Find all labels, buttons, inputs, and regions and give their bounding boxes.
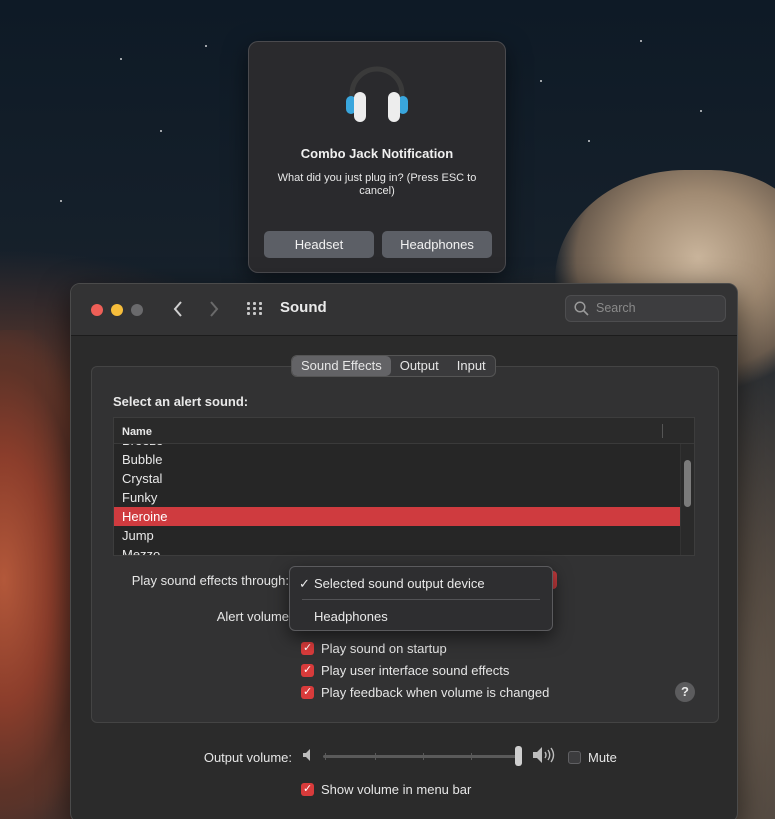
list-item[interactable]: Jump [114,526,680,545]
minimize-window-button[interactable] [111,304,123,316]
list-item[interactable]: Funky [114,488,680,507]
list-header[interactable]: Name [114,418,694,444]
menu-separator [302,599,540,600]
headset-button[interactable]: Headset [264,231,374,258]
checkbox-label: Play user interface sound effects [321,662,510,678]
checkbox-label: Play feedback when volume is changed [321,684,550,700]
back-button[interactable] [167,298,189,320]
window-title: Sound [280,299,327,316]
slider-tick [375,753,376,760]
checkbox-checked[interactable]: ✓ [301,663,314,677]
tab-bar: Sound Effects Output Input [291,355,496,377]
alert-sound-rows: Breeze Bubble Crystal Funky Heroine Jump… [114,431,680,555]
volume-feedback-checkbox[interactable]: ✓ Play feedback when volume is changed [301,683,549,701]
tab-sound-effects[interactable]: Sound Effects [292,356,391,376]
checkbox-label: Play sound on startup [321,640,447,656]
headphones-icon [346,66,408,122]
search-placeholder: Search [596,301,636,315]
sound-preferences-window: Sound Search Sound Effects Output Input … [70,283,738,819]
checkmark-icon: ✓ [299,576,310,591]
close-window-button[interactable] [91,304,103,316]
mute-label: Mute [588,749,617,765]
column-header-name[interactable]: Name [122,426,152,438]
play-through-label: Play sound effects through: [131,573,289,588]
slider-tick [471,753,472,760]
chevron-left-icon [173,301,182,317]
play-through-dropdown-menu: ✓ Selected sound output device Headphone… [289,566,553,631]
speaker-low-icon [303,749,310,761]
output-volume-slider-thumb[interactable] [515,746,522,766]
menu-item-selected-output-device[interactable]: Selected sound output device [314,576,485,591]
checkbox-checked[interactable]: ✓ [301,641,314,655]
show-volume-menu-bar-checkbox[interactable]: ✓ Show volume in menu bar [301,780,471,798]
slider-tick [423,753,424,760]
list-item[interactable]: Mezzo [114,545,680,555]
tab-output[interactable]: Output [391,356,448,376]
checkbox-checked[interactable]: ✓ [301,782,314,796]
alert-sound-label: Select an alert sound: [113,394,249,409]
speaker-high-icon [533,747,555,763]
search-field[interactable]: Search [565,295,726,322]
notification-title: Combo Jack Notification [300,146,454,161]
help-button[interactable]: ? [675,682,695,702]
zoom-window-button[interactable] [131,304,143,316]
mute-checkbox[interactable]: Mute [568,748,617,766]
headphones-button[interactable]: Headphones [382,231,492,258]
list-item[interactable]: Crystal [114,469,680,488]
alert-sound-list[interactable]: Breeze Bubble Crystal Funky Heroine Jump… [113,417,695,556]
checkbox-checked[interactable]: ✓ [301,685,314,699]
title-bar: Sound Search [71,284,737,336]
slider-tick [325,753,326,760]
combo-jack-notification: Combo Jack Notification What did you jus… [248,41,506,273]
list-item-selected[interactable]: Heroine [114,507,680,526]
output-volume-label: Output volume: [203,750,292,765]
alert-volume-label: Alert volume [216,609,289,624]
tab-input[interactable]: Input [448,356,495,376]
checkbox-unchecked[interactable] [568,750,581,764]
list-scrollbar[interactable] [680,444,694,555]
startup-sound-checkbox[interactable]: ✓ Play sound on startup [301,639,447,657]
forward-button[interactable] [203,298,225,320]
menu-item-headphones[interactable]: Headphones [314,609,388,624]
ui-sound-effects-checkbox[interactable]: ✓ Play user interface sound effects [301,661,509,679]
show-all-grid-icon[interactable] [247,302,263,316]
scrollbar-thumb[interactable] [684,460,691,507]
notification-message: What did you just plug in? (Press ESC to… [277,172,477,197]
search-icon [574,301,589,316]
checkbox-label: Show volume in menu bar [321,781,472,797]
column-divider [662,424,663,438]
output-volume-slider[interactable] [323,755,519,758]
list-item[interactable]: Bubble [114,450,680,469]
chevron-right-icon [210,301,219,317]
